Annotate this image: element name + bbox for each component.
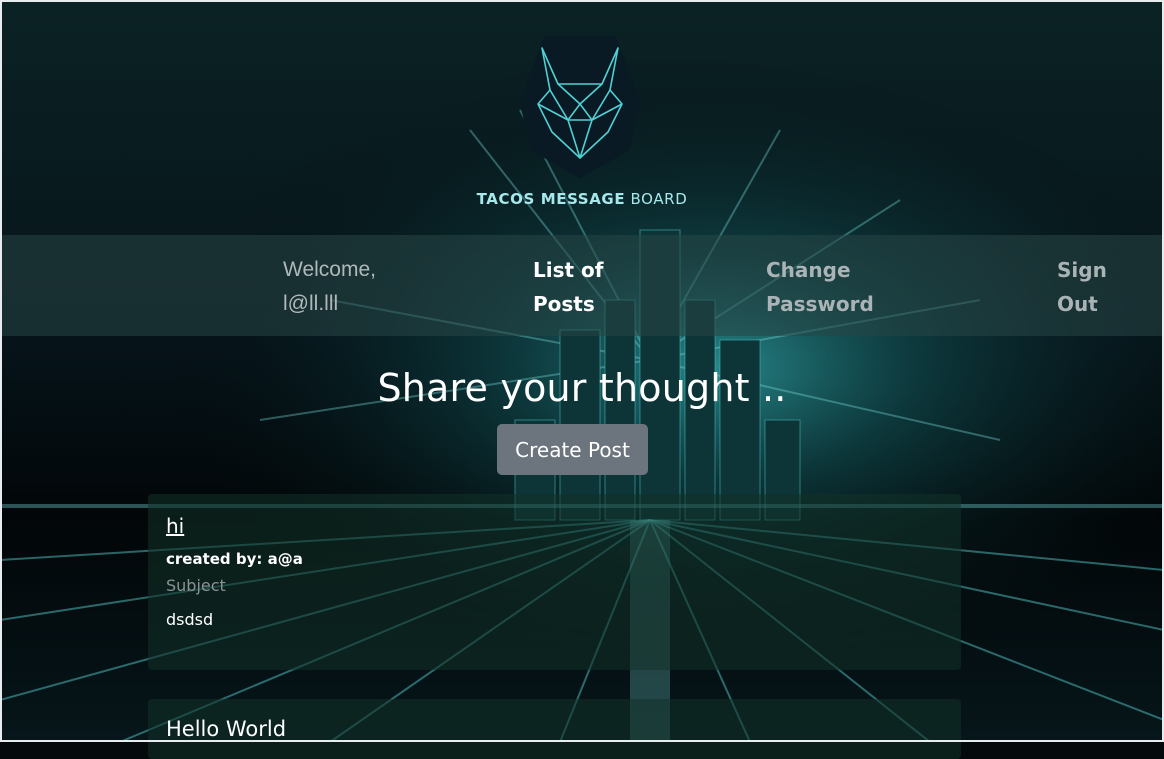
nav-list-of-posts-link[interactable]: List of Posts bbox=[533, 253, 653, 321]
brand-title: TACOS MESSAGE BOARD bbox=[0, 190, 1164, 208]
nav-change-password-line1: Change bbox=[766, 258, 851, 282]
create-post-button[interactable]: Create Post bbox=[497, 424, 648, 475]
nav-list-of-posts-line1: List of bbox=[533, 258, 604, 282]
wolf-logo-icon bbox=[520, 36, 640, 178]
nav-sign-out-link[interactable]: Sign Out bbox=[1057, 253, 1137, 321]
nav-change-password-link[interactable]: Change Password bbox=[766, 253, 896, 321]
post-title[interactable]: Hello World bbox=[166, 717, 286, 741]
hero-title: Share your thought .. bbox=[377, 366, 787, 410]
post-subject-label: Subject bbox=[166, 576, 226, 595]
welcome-text: Welcome, l@ll.lll bbox=[283, 253, 413, 321]
nav-change-password-line2: Password bbox=[766, 292, 874, 316]
post-title-link[interactable]: hi bbox=[166, 514, 184, 538]
welcome-line1: Welcome, bbox=[283, 258, 376, 281]
post-body: dsdsd bbox=[166, 610, 214, 629]
nav-sign-out-line1: Sign bbox=[1057, 258, 1107, 282]
post-card: hi created by: a@a Subject dsdsd bbox=[148, 494, 961, 670]
main-navbar: Welcome, l@ll.lll List of Posts Change P… bbox=[2, 235, 1162, 336]
nav-sign-out-line2: Out bbox=[1057, 292, 1098, 316]
brand-title-light: BOARD bbox=[625, 190, 688, 208]
welcome-user: l@ll.lll bbox=[283, 292, 339, 315]
post-card: Hello World bbox=[148, 699, 961, 759]
post-author: created by: a@a bbox=[166, 550, 303, 568]
brand-title-bold: TACOS MESSAGE bbox=[476, 190, 626, 208]
nav-list-of-posts-line2: Posts bbox=[533, 292, 595, 316]
